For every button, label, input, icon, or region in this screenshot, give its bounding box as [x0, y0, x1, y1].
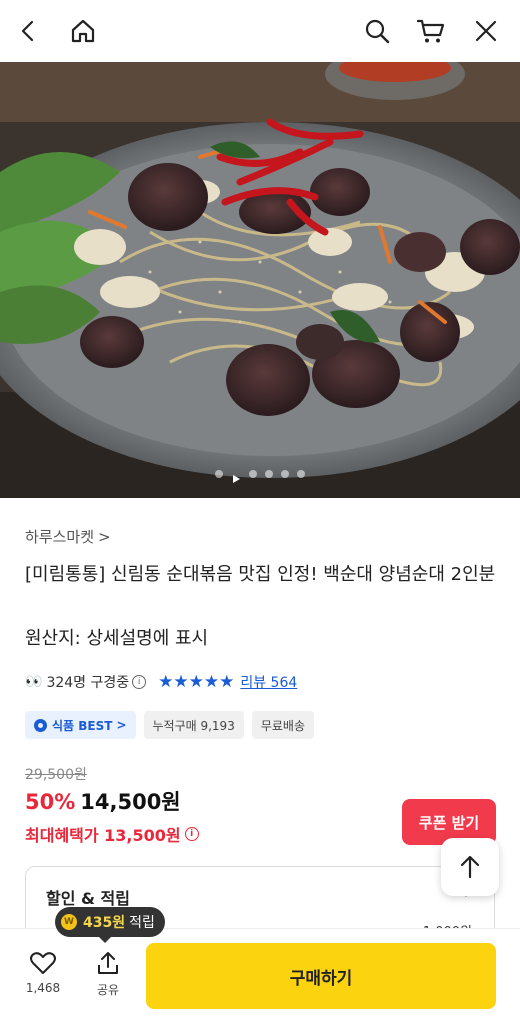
- reward-suffix: 적립: [129, 915, 155, 931]
- product-photo: [0, 62, 520, 498]
- coin-icon: W: [61, 914, 77, 930]
- cart-button[interactable]: [412, 12, 450, 50]
- product-image-gallery[interactable]: [0, 62, 520, 498]
- search-button[interactable]: [358, 12, 396, 50]
- cart-icon: [416, 19, 445, 43]
- info-icon[interactable]: i: [184, 827, 199, 841]
- bottom-action-bar: 1,468 공유 구매하기: [0, 928, 520, 1024]
- close-button[interactable]: [467, 12, 505, 50]
- price-row: 50% 14,500원: [25, 786, 181, 816]
- chevron-right-icon: >: [116, 718, 127, 732]
- original-price: 29,500원: [25, 767, 87, 783]
- eyes-icon: 👀: [25, 674, 42, 690]
- chevron-right-icon: >: [98, 527, 111, 546]
- rating-stars: ★★★★★: [158, 672, 235, 692]
- cumulative-purchases-tag: 누적구매 9,193: [143, 711, 244, 739]
- gallery-dot[interactable]: [249, 470, 257, 478]
- product-origin: 원산지: 상세설명에 표시: [25, 628, 209, 649]
- back-button[interactable]: [10, 12, 48, 50]
- scroll-to-top-button[interactable]: [441, 838, 499, 896]
- share-icon: [98, 952, 118, 974]
- reward-tooltip: W 435원 적립: [55, 907, 165, 943]
- share-button[interactable]: 공유: [83, 951, 133, 998]
- gallery-dot[interactable]: [265, 470, 273, 478]
- home-icon: [71, 19, 95, 43]
- viewer-count: 324명 구경중: [46, 675, 130, 691]
- top-bar: [0, 0, 520, 62]
- search-icon: [365, 19, 390, 44]
- free-shipping-tag: 무료배송: [251, 711, 315, 739]
- gallery-indicator: [0, 467, 520, 483]
- buy-button[interactable]: 구매하기: [146, 943, 496, 1009]
- seller-link[interactable]: 하루스마켓 >: [25, 526, 111, 547]
- like-count: 1,468: [25, 981, 61, 995]
- product-title: [미림통통] 신림동 순대볶음 맛집 인정! 백순대 양념순대 2인분: [25, 564, 496, 585]
- arrow-up-icon: [460, 855, 480, 879]
- play-icon[interactable]: [231, 469, 241, 483]
- gear-icon: [34, 718, 47, 732]
- best-benefit-price-text: 최대혜택가 13,500원: [25, 826, 181, 845]
- best-badge-label: 식품 BEST: [52, 718, 113, 733]
- gallery-dot[interactable]: [297, 470, 305, 478]
- review-link[interactable]: 리뷰 564: [240, 672, 297, 692]
- heart-icon: [30, 952, 56, 974]
- close-icon: [475, 20, 497, 42]
- discount-rate: 50%: [25, 790, 76, 814]
- info-icon[interactable]: i: [132, 675, 147, 689]
- discount-reward-label: 할인 & 적립: [46, 889, 130, 908]
- chevron-left-icon: [21, 20, 34, 42]
- reward-amount: 435원: [83, 915, 126, 931]
- seller-name: 하루스마켓: [25, 528, 95, 546]
- share-label: 공유: [96, 983, 120, 997]
- product-tags: 식품 BEST > 누적구매 9,193 무료배송: [25, 711, 315, 739]
- product-meta: 👀 324명 구경중 i ★★★★★ 리뷰 564: [25, 670, 297, 694]
- gallery-dot[interactable]: [215, 470, 223, 478]
- home-button[interactable]: [64, 12, 102, 50]
- best-benefit-price: 최대혜택가 13,500원 i: [25, 822, 199, 846]
- sale-price: 14,500원: [80, 790, 181, 814]
- best-badge[interactable]: 식품 BEST >: [25, 711, 136, 739]
- like-button[interactable]: 1,468: [18, 951, 68, 995]
- gallery-dot[interactable]: [281, 470, 289, 478]
